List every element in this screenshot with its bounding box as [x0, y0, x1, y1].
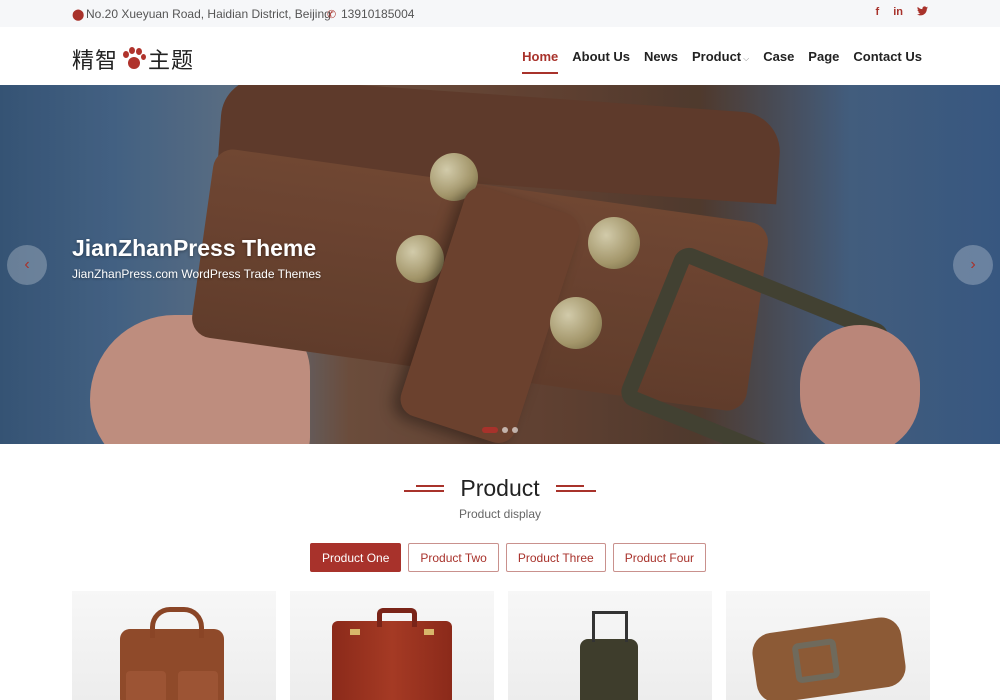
product-grid [72, 591, 930, 700]
nav-news[interactable]: News [644, 49, 678, 64]
phone-block: ✆ 13910185004 [327, 7, 414, 21]
nav-about-us[interactable]: About Us [572, 49, 630, 64]
product-card-leather-bag[interactable] [72, 591, 276, 700]
slider-prev-button[interactable]: ‹ [7, 245, 47, 285]
tab-product-three[interactable]: Product Three [505, 543, 606, 572]
slider-dot[interactable] [512, 427, 518, 433]
hero-slider: JianZhanPress Theme JianZhanPress.com Wo… [0, 85, 1000, 444]
site-logo[interactable]: 精智 主题 [72, 43, 194, 75]
paw-icon [120, 47, 147, 71]
twitter-icon[interactable] [917, 6, 928, 19]
logo-text-right: 主题 [148, 49, 195, 74]
product-tabs: Product One Product Two Product Three Pr… [310, 543, 707, 572]
address-block: ⬤ No.20 Xueyuan Road, Haidian District, … [72, 7, 331, 21]
slider-dots [482, 427, 518, 433]
product-card-briefcase[interactable] [290, 591, 494, 700]
section-title: Product [0, 474, 1000, 502]
section-subtitle: Product display [458, 507, 542, 521]
chevron-right-icon: › [970, 256, 976, 273]
hero-subtitle: JianZhanPress.com WordPress Trade Themes [72, 267, 321, 281]
site-header: 精智 主题 Home About Us News Product ⌵ Case P… [0, 27, 1000, 85]
luggage-image [580, 611, 638, 700]
map-pin-icon: ⬤ [72, 8, 85, 21]
tab-product-two[interactable]: Product Two [408, 543, 499, 572]
top-bar: ⬤ No.20 Xueyuan Road, Haidian District, … [0, 0, 1000, 27]
nav-page[interactable]: Page [808, 49, 839, 64]
chevron-left-icon: ‹ [24, 256, 30, 273]
title-deco-left [403, 484, 444, 493]
address-text: No.20 Xueyuan Road, Haidian District, Be… [86, 7, 331, 21]
nav-home[interactable]: Home [522, 49, 559, 74]
briefcase-image [332, 608, 452, 700]
phone-text: 13910185004 [341, 7, 415, 21]
main-nav: Home About Us News Product ⌵ Case Page Co… [508, 49, 922, 74]
chevron-down-icon: ⌵ [743, 54, 750, 63]
belt-image [749, 614, 909, 700]
nav-contact-us[interactable]: Contact Us [853, 49, 922, 64]
nav-case[interactable]: Case [763, 49, 794, 64]
title-deco-right [556, 484, 597, 493]
product-card-luggage[interactable] [508, 591, 712, 700]
social-links: f in [876, 6, 928, 19]
product-card-belt[interactable] [726, 591, 930, 700]
tab-product-one[interactable]: Product One [310, 543, 402, 572]
section-title-text: Product [460, 475, 540, 502]
phone-icon: ✆ [327, 8, 337, 21]
logo-text-left: 精智 [72, 49, 119, 74]
hero-title: JianZhanPress Theme [72, 235, 317, 261]
slider-next-button[interactable]: › [953, 245, 993, 285]
slider-dot[interactable] [502, 427, 508, 433]
facebook-icon[interactable]: f [876, 6, 880, 19]
nav-product[interactable]: Product ⌵ [692, 49, 749, 64]
slider-dot[interactable] [482, 427, 498, 433]
tab-product-four[interactable]: Product Four [612, 543, 707, 572]
nav-product-label: Product [692, 49, 742, 64]
linkedin-icon[interactable]: in [893, 6, 903, 19]
leather-bag-image [120, 607, 224, 700]
